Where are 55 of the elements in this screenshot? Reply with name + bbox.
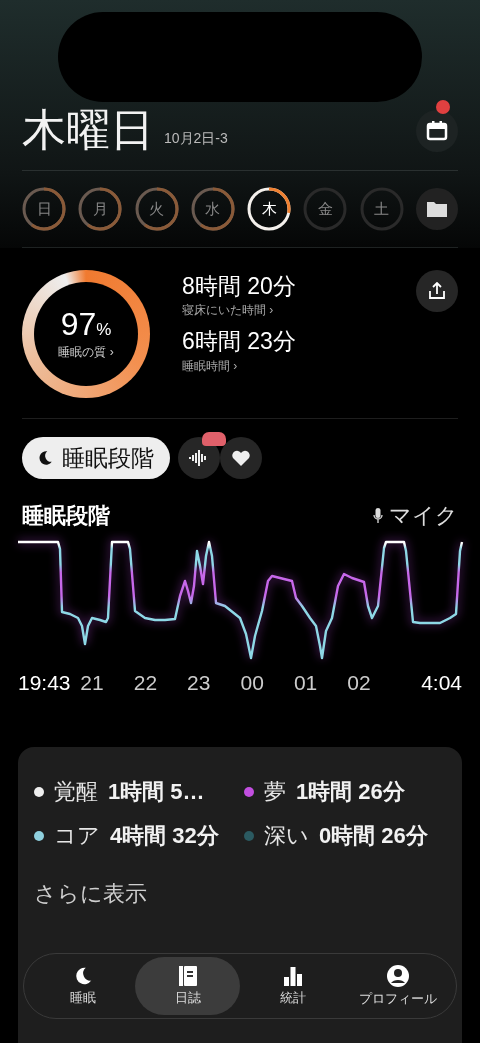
stage-duration: 4時間 32分 <box>110 822 219 850</box>
journal-icon <box>177 965 198 987</box>
stage-name: 覚醒 <box>54 778 98 806</box>
quality-score: 97% <box>60 307 112 340</box>
day-button[interactable]: 月 <box>78 187 123 231</box>
stage-duration: 1時間 26分 <box>296 778 405 806</box>
time-label: 19:43 <box>18 671 71 695</box>
day-button[interactable]: 火 <box>134 187 179 231</box>
sound-tab[interactable] <box>178 437 220 479</box>
tab-bar-item[interactable]: 統計 <box>240 957 345 1015</box>
tab-bar-item[interactable]: プロフィール <box>345 957 450 1015</box>
heart-icon <box>231 449 251 467</box>
time-label: 00 <box>240 671 264 695</box>
tab-bar-item[interactable]: 日誌 <box>135 957 240 1015</box>
stage-name: 夢 <box>264 778 286 806</box>
share-button[interactable] <box>416 270 458 312</box>
time-label: 4:04 <box>421 671 462 695</box>
duration-link[interactable]: 寝床にいた時間 › <box>182 302 384 320</box>
date-label: 10月2日-3 <box>164 130 228 148</box>
source-label: マイク <box>389 502 458 530</box>
bar-chart-icon <box>281 965 304 987</box>
share-icon <box>428 282 446 300</box>
day-button[interactable]: 土 <box>359 187 404 231</box>
moon-icon <box>36 449 54 467</box>
day-button[interactable]: 金 <box>303 187 348 231</box>
time-label: 02 <box>347 671 371 695</box>
time-label: 23 <box>187 671 211 695</box>
quality-link[interactable]: 睡眠の質 › <box>58 343 114 361</box>
stage-name: 深い <box>264 822 309 850</box>
time-label: 01 <box>293 671 318 695</box>
day-button[interactable]: 日 <box>22 187 66 231</box>
stage-name: コア <box>54 822 100 850</box>
time-label: 22 <box>133 671 158 695</box>
calendar-button[interactable] <box>416 110 458 152</box>
duration-value: 8時間 20分 <box>182 274 297 300</box>
day-button[interactable]: 木 <box>247 187 292 231</box>
folder-button[interactable] <box>415 188 458 230</box>
chart-title: 睡眠段階 <box>22 502 110 530</box>
profile-icon <box>385 964 410 988</box>
notification-badge <box>202 432 226 446</box>
sleep-stages-tab[interactable]: 睡眠段階 <box>22 437 170 479</box>
day-title: 木曜日 <box>22 108 154 152</box>
microphone-icon <box>373 508 383 524</box>
heart-tab[interactable] <box>220 437 262 479</box>
stage-duration: 0時間 26分 <box>319 822 428 850</box>
duration-link[interactable]: 睡眠時間 › <box>182 357 384 375</box>
duration-value: 6時間 23分 <box>182 329 297 355</box>
tab-bar-item[interactable]: 睡眠 <box>30 957 135 1015</box>
time-label: 21 <box>80 671 104 695</box>
calendar-icon <box>426 121 448 141</box>
day-button[interactable]: 水 <box>190 187 235 231</box>
sleep-quality-ring[interactable]: 97% 睡眠の質 › <box>22 270 150 398</box>
show-more-link[interactable]: さらに表示 <box>34 879 458 909</box>
stage-duration: 1時間 5… <box>108 778 205 806</box>
folder-icon <box>425 200 448 218</box>
